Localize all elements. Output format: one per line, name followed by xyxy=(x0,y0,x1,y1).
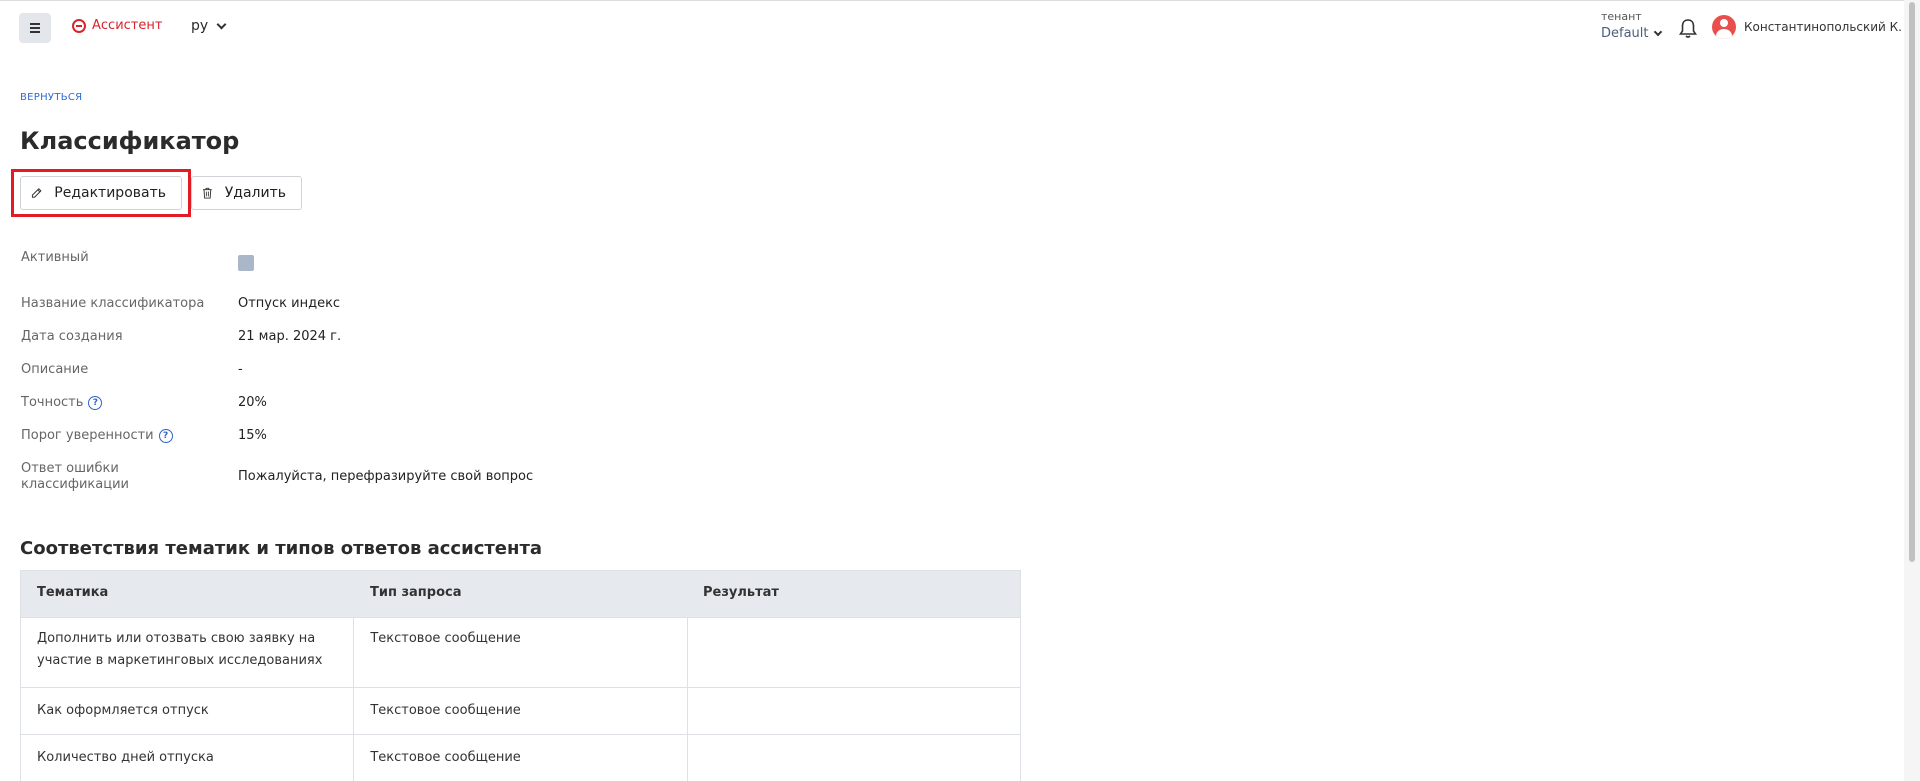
property-value: Пожалуйста, перефразируйте свой вопрос xyxy=(238,469,534,484)
chevron-down-icon xyxy=(216,19,227,29)
table-cell xyxy=(686,618,1020,687)
avatar[interactable] xyxy=(1712,15,1736,39)
property-label: Ответ ошибки классификации xyxy=(21,461,129,492)
brand-link[interactable]: Ассистент xyxy=(72,18,162,33)
help-icon[interactable]: ? xyxy=(158,429,173,443)
property-error-response: Ответ ошибки классификации Пожалуйста, п… xyxy=(21,461,533,493)
table-cell: Текстовое сообщение xyxy=(353,735,686,781)
chat-icon xyxy=(72,18,86,33)
table-cell: Количество дней отпуска xyxy=(37,750,214,765)
tenant-selector[interactable]: тенант Default xyxy=(1601,10,1662,41)
menu-icon xyxy=(30,27,40,29)
table-cell: Текстовое сообщение xyxy=(353,688,686,734)
edit-button-label: Редактировать xyxy=(54,185,166,201)
property-label-container: Порог уверенности ? xyxy=(21,428,238,444)
language-selector[interactable]: ру xyxy=(191,18,227,34)
property-value: 20% xyxy=(238,395,267,410)
mapping-table: Тематика Тип запроса Результат Дополнить… xyxy=(20,570,1021,781)
property-created-date: Дата создания 21 мар. 2024 г. xyxy=(21,329,341,345)
scrollbar[interactable] xyxy=(1904,0,1920,781)
language-value: ру xyxy=(191,18,209,34)
property-confidence-threshold: Порог уверенности ? 15% xyxy=(21,428,267,444)
tenant-value-text: Default xyxy=(1601,26,1649,41)
property-label: Точность xyxy=(21,395,84,410)
table-cell: Дополнить или отозвать свою заявку на уч… xyxy=(37,631,323,668)
edit-button[interactable]: Редактировать xyxy=(20,176,182,210)
username[interactable]: Константинопольский К. xyxy=(1744,20,1902,34)
table-cell: Текстовое сообщение xyxy=(353,618,686,687)
table-row[interactable]: Дополнить или отозвать свою заявку на уч… xyxy=(21,617,1020,687)
property-active: Активный xyxy=(21,250,254,271)
brand-label: Ассистент xyxy=(92,18,163,33)
property-label-container: Точность ? xyxy=(21,395,238,411)
action-bar: Редактировать Удалить xyxy=(20,176,302,210)
help-icon[interactable]: ? xyxy=(88,396,103,410)
property-label: Дата создания xyxy=(21,329,123,344)
chevron-down-icon xyxy=(1653,27,1662,36)
property-value: Отпуск индекс xyxy=(238,296,341,311)
scrollbar-thumb[interactable] xyxy=(1909,2,1915,562)
table-cell xyxy=(686,688,1020,734)
column-header-topic: Тематика xyxy=(37,585,109,600)
table-header: Тематика Тип запроса Результат xyxy=(21,571,1020,617)
trash-icon xyxy=(203,187,212,199)
bell-icon[interactable] xyxy=(1678,17,1698,39)
property-value: 21 мар. 2024 г. xyxy=(238,329,342,344)
column-header-result: Результат xyxy=(703,585,779,600)
column-header-request-type: Тип запроса xyxy=(370,585,462,600)
top-bar: Ассистент ру тенант Default Константиноп… xyxy=(0,0,1904,52)
table-row[interactable]: Как оформляется отпуск Текстовое сообщен… xyxy=(21,687,1020,734)
property-name: Название классификатора Отпуск индекс xyxy=(21,296,340,312)
property-value: - xyxy=(238,362,243,377)
mapping-section-title: Соответствия тематик и типов ответов асс… xyxy=(20,538,543,559)
active-checkbox[interactable] xyxy=(238,255,254,271)
pencil-icon xyxy=(31,188,42,198)
delete-button[interactable]: Удалить xyxy=(191,176,302,210)
back-link[interactable]: ВЕРНУТЬСЯ xyxy=(20,92,82,103)
property-label: Порог уверенности xyxy=(21,428,154,443)
hamburger-menu-button[interactable] xyxy=(19,13,51,43)
table-cell xyxy=(686,735,1020,781)
tenant-label: тенант xyxy=(1601,10,1642,23)
property-accuracy: Точность ? 20% xyxy=(21,395,267,411)
page-title: Классификатор xyxy=(20,127,240,155)
tenant-value[interactable]: Default xyxy=(1601,26,1662,41)
property-label: Активный xyxy=(21,250,89,265)
property-label: Название классификатора xyxy=(21,296,205,311)
property-description: Описание - xyxy=(21,362,243,378)
table-cell: Как оформляется отпуск xyxy=(37,703,209,718)
property-value: 15% xyxy=(238,428,267,443)
delete-button-label: Удалить xyxy=(224,185,286,201)
table-row[interactable]: Количество дней отпуска Текстовое сообще… xyxy=(21,734,1020,781)
property-label: Описание xyxy=(21,362,89,377)
